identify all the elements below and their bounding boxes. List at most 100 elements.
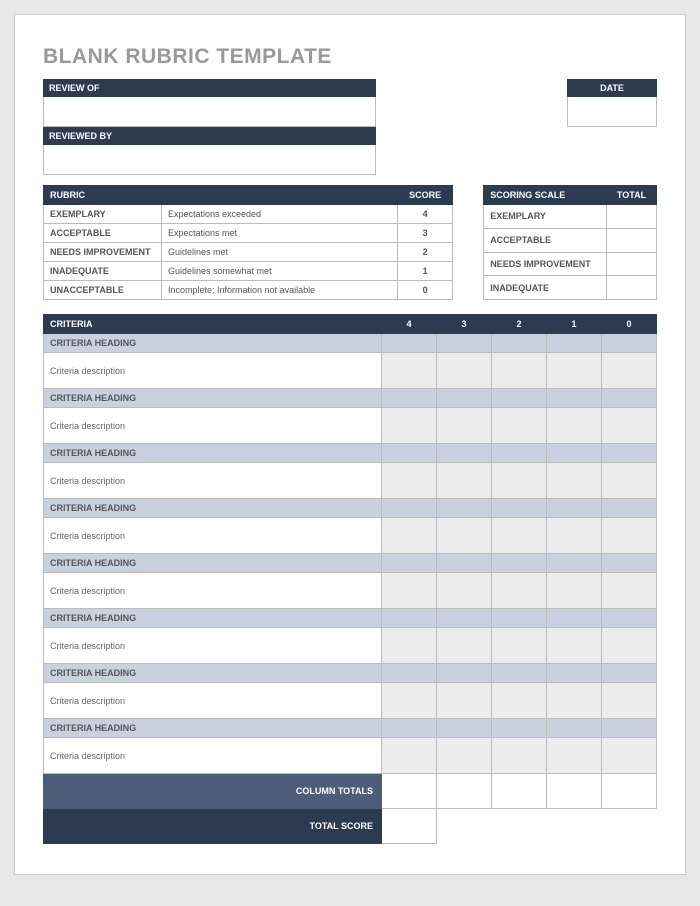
- criteria-score-cell[interactable]: [547, 353, 602, 389]
- rubric-score: 0: [398, 281, 453, 300]
- table-row: NEEDS IMPROVEMENT: [484, 252, 657, 276]
- criteria-score-cell[interactable]: [547, 683, 602, 719]
- criteria-score-cell[interactable]: [492, 683, 547, 719]
- date-input[interactable]: [567, 97, 657, 127]
- criteria-score-cell[interactable]: [492, 353, 547, 389]
- criteria-heading-row: CRITERIA HEADING: [44, 444, 657, 463]
- criteria-heading-cell: [492, 334, 547, 353]
- criteria-score-cell[interactable]: [437, 353, 492, 389]
- rubric-score: 4: [398, 205, 453, 224]
- criteria-score-header: 3: [437, 315, 492, 334]
- criteria-score-cell[interactable]: [547, 408, 602, 444]
- criteria-desc-row: Criteria description: [44, 518, 657, 554]
- rubric-desc: Expectations exceeded: [162, 205, 398, 224]
- criteria-score-cell[interactable]: [602, 683, 657, 719]
- column-total-cell[interactable]: [382, 774, 437, 809]
- criteria-desc[interactable]: Criteria description: [44, 518, 382, 554]
- criteria-score-cell[interactable]: [492, 518, 547, 554]
- criteria-score-cell[interactable]: [437, 408, 492, 444]
- criteria-desc[interactable]: Criteria description: [44, 463, 382, 499]
- column-total-cell[interactable]: [437, 774, 492, 809]
- header-row: REVIEW OF REVIEWED BY DATE: [43, 79, 657, 175]
- criteria-score-cell[interactable]: [547, 573, 602, 609]
- criteria-score-cell[interactable]: [437, 628, 492, 664]
- criteria-heading-cell: [382, 499, 437, 518]
- criteria-score-cell[interactable]: [382, 408, 437, 444]
- criteria-score-cell[interactable]: [547, 738, 602, 774]
- criteria-score-cell[interactable]: [602, 408, 657, 444]
- criteria-score-cell[interactable]: [602, 573, 657, 609]
- criteria-heading-cell: [492, 389, 547, 408]
- criteria-score-cell[interactable]: [492, 738, 547, 774]
- total-score-cell[interactable]: [382, 809, 437, 844]
- criteria-score-cell[interactable]: [602, 628, 657, 664]
- rubric-table: RUBRIC SCORE EXEMPLARY Expectations exce…: [43, 185, 453, 300]
- criteria-score-cell[interactable]: [382, 628, 437, 664]
- criteria-desc[interactable]: Criteria description: [44, 683, 382, 719]
- review-of-input[interactable]: [43, 97, 376, 127]
- rubric-label: ACCEPTABLE: [44, 224, 162, 243]
- criteria-score-cell[interactable]: [547, 628, 602, 664]
- criteria-desc[interactable]: Criteria description: [44, 628, 382, 664]
- scoring-total-cell[interactable]: [607, 252, 657, 276]
- criteria-heading-cell: [492, 554, 547, 573]
- table-row: EXEMPLARY: [484, 205, 657, 229]
- blank-cell: [437, 809, 492, 844]
- criteria-desc-row: Criteria description: [44, 408, 657, 444]
- column-total-cell[interactable]: [547, 774, 602, 809]
- criteria-score-cell[interactable]: [437, 573, 492, 609]
- criteria-heading-cell: [382, 664, 437, 683]
- scoring-total-cell[interactable]: [607, 276, 657, 300]
- scoring-total-cell[interactable]: [607, 205, 657, 229]
- criteria-heading-cell: [602, 554, 657, 573]
- criteria-score-cell[interactable]: [602, 518, 657, 554]
- column-total-cell[interactable]: [602, 774, 657, 809]
- criteria-score-cell[interactable]: [382, 518, 437, 554]
- criteria-score-cell[interactable]: [382, 738, 437, 774]
- criteria-desc[interactable]: Criteria description: [44, 408, 382, 444]
- criteria-desc[interactable]: Criteria description: [44, 573, 382, 609]
- criteria-heading-cell: [492, 719, 547, 738]
- criteria-score-cell[interactable]: [547, 463, 602, 499]
- column-total-cell[interactable]: [492, 774, 547, 809]
- criteria-score-cell[interactable]: [602, 463, 657, 499]
- scoring-total-cell[interactable]: [607, 228, 657, 252]
- criteria-heading-row: CRITERIA HEADING: [44, 334, 657, 353]
- criteria-score-cell[interactable]: [492, 628, 547, 664]
- criteria-heading-cell: [547, 499, 602, 518]
- total-score-label: TOTAL SCORE: [44, 809, 382, 844]
- criteria-heading-cell: [547, 444, 602, 463]
- criteria-score-cell[interactable]: [492, 463, 547, 499]
- criteria-score-cell[interactable]: [382, 353, 437, 389]
- criteria-score-cell[interactable]: [437, 518, 492, 554]
- scoring-scale-header: SCORING SCALE: [484, 186, 607, 205]
- criteria-desc[interactable]: Criteria description: [44, 738, 382, 774]
- criteria-heading: CRITERIA HEADING: [44, 719, 382, 738]
- criteria-heading: CRITERIA HEADING: [44, 444, 382, 463]
- criteria-desc[interactable]: Criteria description: [44, 353, 382, 389]
- criteria-heading-cell: [437, 334, 492, 353]
- table-row: INADEQUATE: [484, 276, 657, 300]
- criteria-score-cell[interactable]: [602, 738, 657, 774]
- criteria-desc-row: Criteria description: [44, 738, 657, 774]
- rubric-desc: Guidelines met: [162, 243, 398, 262]
- criteria-score-cell[interactable]: [437, 738, 492, 774]
- criteria-score-cell[interactable]: [437, 683, 492, 719]
- criteria-score-cell[interactable]: [382, 683, 437, 719]
- criteria-score-cell[interactable]: [602, 353, 657, 389]
- criteria-score-cell[interactable]: [437, 463, 492, 499]
- criteria-score-cell[interactable]: [547, 518, 602, 554]
- criteria-score-cell[interactable]: [492, 573, 547, 609]
- criteria-heading-cell: [602, 499, 657, 518]
- reviewed-by-input[interactable]: [43, 145, 376, 175]
- criteria-heading: CRITERIA HEADING: [44, 664, 382, 683]
- criteria-score-cell[interactable]: [382, 463, 437, 499]
- criteria-score-cell[interactable]: [382, 573, 437, 609]
- criteria-heading: CRITERIA HEADING: [44, 554, 382, 573]
- table-row: EXEMPLARY Expectations exceeded 4: [44, 205, 453, 224]
- criteria-score-header: 0: [602, 315, 657, 334]
- criteria-score-cell[interactable]: [492, 408, 547, 444]
- reviewed-by-label: REVIEWED BY: [43, 127, 376, 145]
- criteria-heading-cell: [382, 554, 437, 573]
- table-row: ACCEPTABLE: [484, 228, 657, 252]
